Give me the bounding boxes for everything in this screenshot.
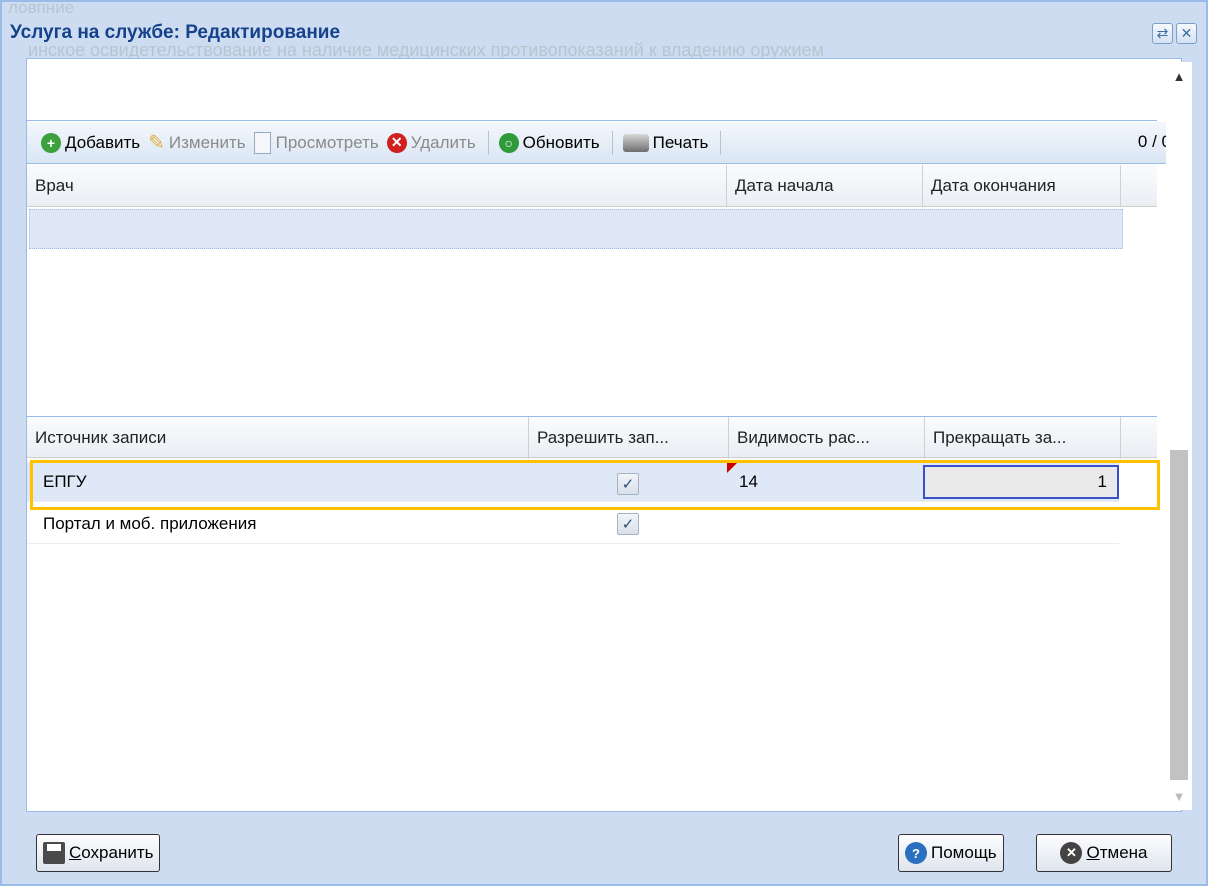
scroll-down-icon[interactable]: ▼ — [1166, 782, 1192, 810]
toolbar-separator — [720, 130, 722, 155]
column-header-visibility[interactable]: Видимость рас... — [729, 417, 925, 459]
print-button[interactable]: Печать — [622, 132, 709, 153]
scroll-up-icon[interactable]: ▲ — [1166, 62, 1192, 90]
grid-toolbar: + Добавить ✎ Изменить Просмотреть ✕ Удал… — [27, 122, 1181, 164]
column-header-start-date[interactable]: Дата начала — [727, 165, 923, 207]
column-header-source[interactable]: Источник записи — [27, 417, 529, 459]
toolbar-separator — [611, 130, 613, 155]
print-label: Печать — [652, 132, 709, 152]
allow-checkbox[interactable]: ✓ — [617, 513, 639, 535]
delete-icon: ✕ — [386, 132, 407, 153]
edit-button[interactable]: ✎ Изменить — [148, 130, 245, 155]
add-label: Добавить — [65, 132, 141, 152]
allow-checkbox[interactable]: ✓ — [617, 473, 639, 495]
refresh-label: Обновить — [522, 132, 600, 152]
view-button[interactable]: Просмотреть — [253, 131, 379, 154]
edit-label: Изменить — [168, 132, 246, 152]
table-row-empty-selected[interactable] — [29, 209, 1123, 249]
help-label: Помощь — [931, 843, 997, 862]
toolbar-separator — [487, 130, 489, 155]
cell-source: Портал и моб. приложения — [43, 514, 257, 533]
cancel-icon: ✕ — [1060, 842, 1083, 864]
cancel-label-hotkey: О — [1086, 843, 1100, 862]
refresh-icon: ○ — [498, 132, 519, 153]
save-button[interactable]: Сохранить — [36, 834, 161, 872]
sources-grid-header: Источник записи Разрешить зап... Видимос… — [27, 416, 1157, 459]
edit-window: ловпние Услуга на службе: Редактирование… — [0, 0, 1208, 886]
cancel-label: тмена — [1099, 843, 1148, 862]
delete-label: Удалить — [410, 132, 476, 152]
column-header-end-date[interactable]: Дата окончания — [923, 165, 1121, 207]
view-label: Просмотреть — [275, 132, 379, 152]
doctors-grid-header: Врач Дата начала Дата окончания — [27, 165, 1157, 207]
cell-visibility[interactable]: 14 — [727, 462, 917, 502]
save-label: охранить — [81, 843, 154, 862]
column-header-allow[interactable]: Разрешить зап... — [529, 417, 729, 459]
cancel-button[interactable]: ✕ Отмена — [1036, 834, 1172, 872]
table-row[interactable]: ЕПГУ ✓ 14 1 — [27, 462, 1119, 502]
scroll-thumb[interactable] — [1170, 450, 1188, 780]
floppy-disk-icon — [43, 842, 65, 864]
table-row[interactable]: Портал и моб. приложения ✓ — [27, 504, 1119, 544]
help-button[interactable]: ? Помощь — [898, 834, 1004, 872]
cell-source: ЕПГУ — [43, 472, 87, 491]
refresh-window-icon[interactable]: ⇄ — [1152, 23, 1173, 44]
add-button[interactable]: + Добавить — [41, 132, 141, 153]
plus-icon: + — [41, 132, 61, 153]
description-area[interactable] — [27, 59, 1157, 121]
vertical-scrollbar[interactable]: ▲ ▼ — [1166, 62, 1192, 810]
form-body: + Добавить ✎ Изменить Просмотреть ✕ Удал… — [26, 58, 1182, 812]
delete-button[interactable]: ✕ Удалить — [386, 132, 476, 153]
save-label-hotkey: С — [69, 843, 82, 862]
document-icon — [253, 131, 271, 154]
close-icon[interactable]: ✕ — [1176, 23, 1197, 44]
column-header-stop[interactable]: Прекращать за... — [925, 417, 1121, 459]
column-header-doctor[interactable]: Врач — [27, 165, 727, 207]
pencil-icon: ✎ — [148, 132, 165, 154]
printer-icon — [622, 133, 649, 152]
refresh-button[interactable]: ○ Обновить — [498, 132, 600, 153]
stop-edit-field[interactable]: 1 — [923, 465, 1119, 499]
help-icon: ? — [905, 842, 927, 864]
